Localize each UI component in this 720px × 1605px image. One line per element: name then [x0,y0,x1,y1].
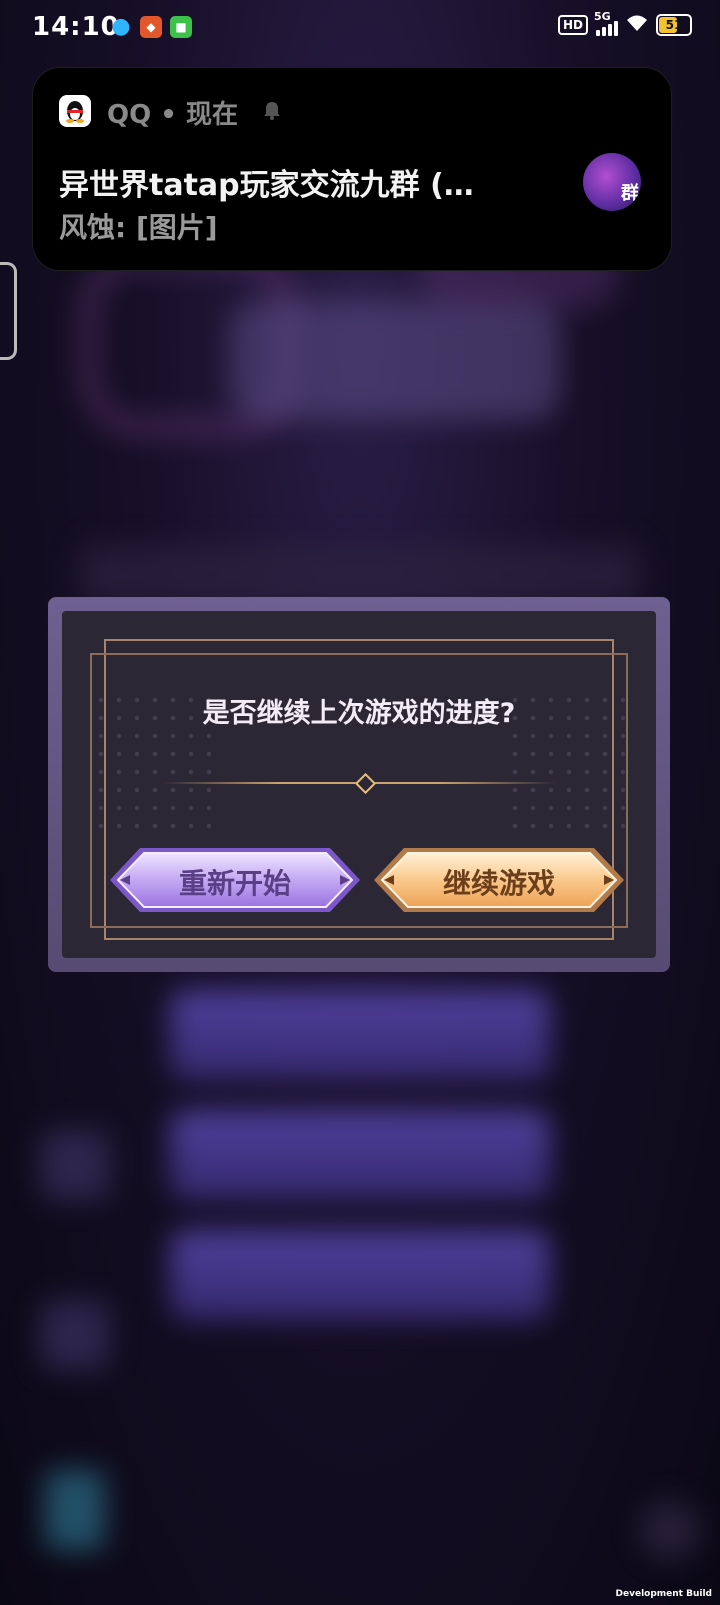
blurred-menu-button [170,1230,550,1320]
qq-app-icon [59,95,91,127]
clock: 14:10 [32,12,120,42]
app-notification-icon: ■ [170,16,192,38]
blurred-logo [230,300,560,420]
blurred-corner-button [640,1500,700,1560]
qq-notification[interactable]: QQ • 现在 异世界tatap玩家交流九群 (… 风蚀: [图片] 群 [32,67,672,271]
hd-voice-icon: HD [557,15,588,35]
group-avatar: 群 [583,153,641,211]
blurred-menu-button [170,1110,550,1200]
resume-dialog: 是否继续上次游戏的进度? 重新开始 继续游戏 [48,597,670,972]
signal-icon: 5G [594,10,618,36]
app-notification-icon: ◆ [140,16,162,38]
blurred-side-icon [40,1300,110,1370]
notification-header: QQ • 现在 [107,100,238,130]
qq-penguin-icon: ● [111,14,131,39]
battery-icon: 51 [656,14,692,36]
development-build-label: Development Build [615,1589,712,1599]
bell-icon [263,100,281,120]
blurred-panel [80,545,640,605]
edge-panel-handle[interactable] [0,262,17,360]
wifi-icon [626,14,648,36]
restart-button-label: 重新开始 [178,867,291,900]
status-bar: 14:10 ● ◆ ■ HD 5G 51 [0,0,720,56]
notification-body: 风蚀: [图片] [59,211,218,244]
notification-title: 异世界tatap玩家交流九群 (… [59,168,474,203]
blurred-side-icon [40,1130,110,1200]
blurred-menu-button [170,990,550,1080]
dialog-question: 是否继续上次游戏的进度? [202,698,516,729]
restart-button[interactable]: 重新开始 [110,844,360,916]
continue-button[interactable]: 继续游戏 [374,844,624,916]
continue-button-label: 继续游戏 [442,867,555,900]
blurred-side-icon [45,1470,105,1550]
